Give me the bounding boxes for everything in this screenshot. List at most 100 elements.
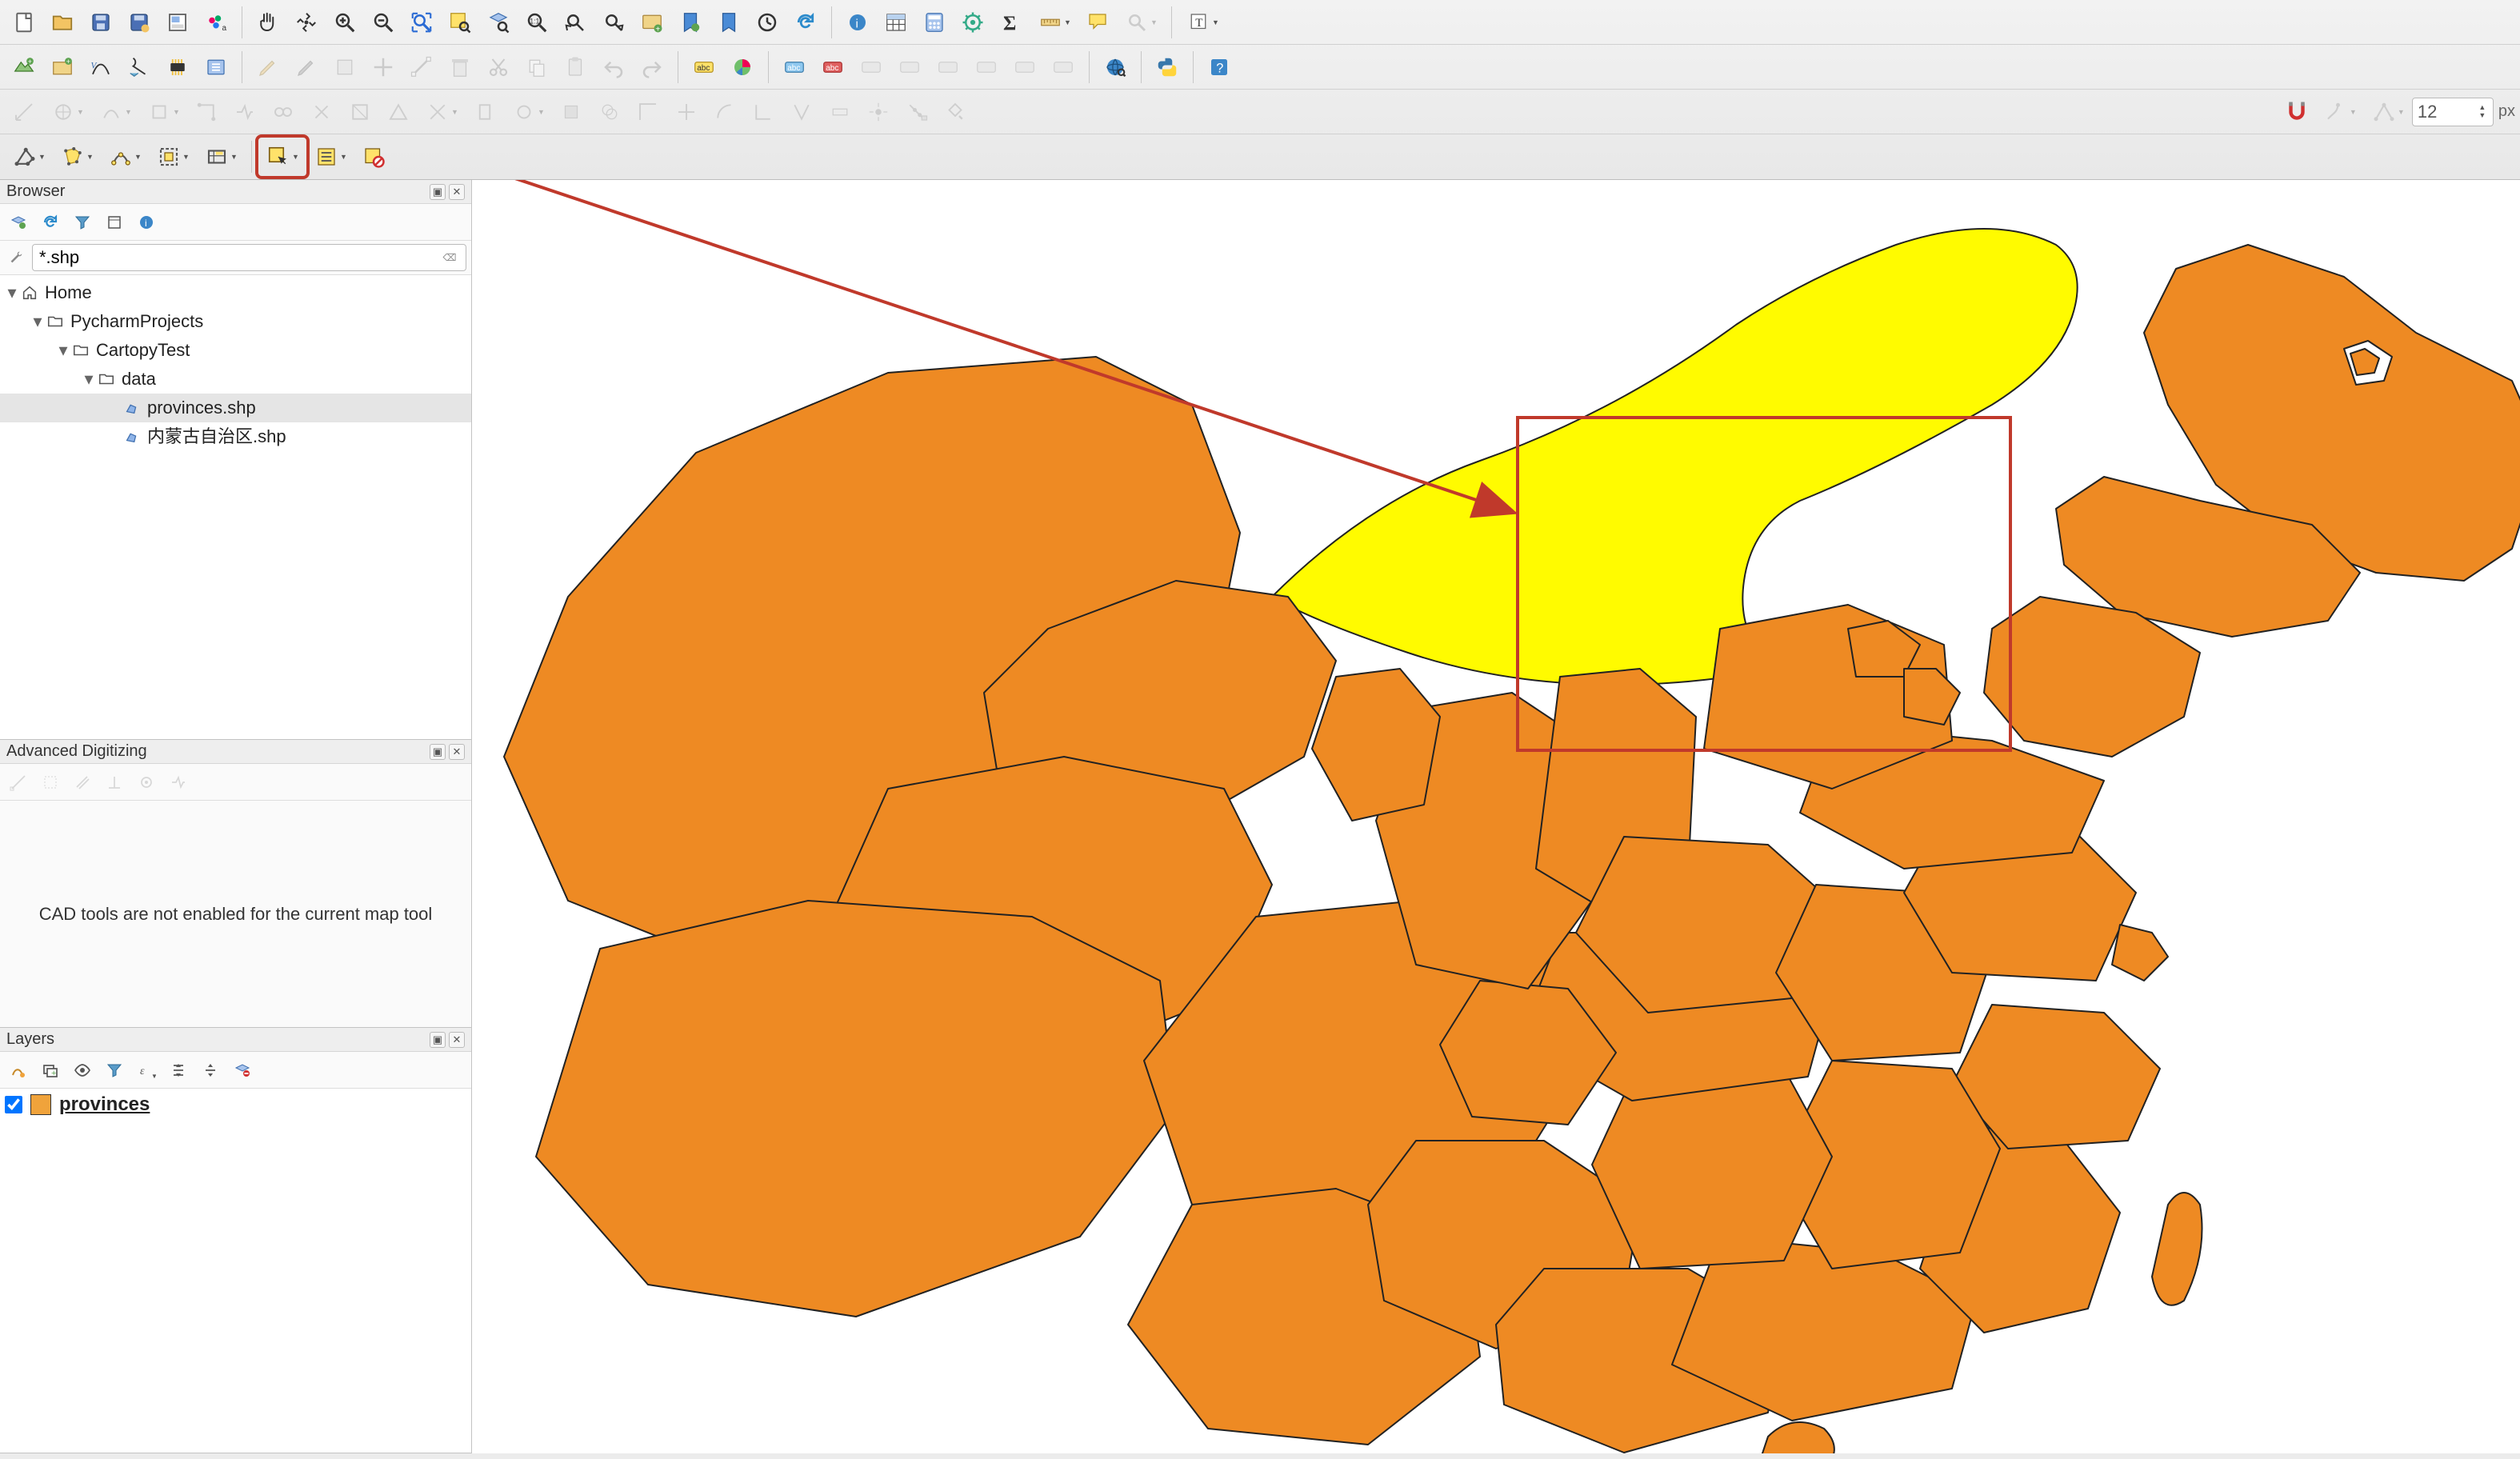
clear-search-icon[interactable]: ⌫	[440, 248, 459, 267]
cad-tool-15-icon	[592, 94, 627, 130]
zoom-out-icon[interactable]	[366, 5, 401, 40]
layout-manager-icon[interactable]	[160, 5, 195, 40]
layers-panel-title: Layers ▣ ✕	[0, 1028, 471, 1052]
zoom-selection-icon[interactable]	[442, 5, 478, 40]
select-form-dropdown-icon[interactable]: ▼	[198, 139, 243, 174]
browser-search-input[interactable]: ⌫	[32, 244, 466, 271]
layer-visibility-checkbox[interactable]	[5, 1096, 22, 1113]
label-abc-blue-icon[interactable]: abc	[777, 50, 812, 85]
select-features-rectangle-icon[interactable]: ▼	[260, 139, 305, 174]
snap-tolerance-value[interactable]	[2418, 102, 2474, 122]
save-project-icon[interactable]	[83, 5, 118, 40]
temporal-icon[interactable]	[750, 5, 785, 40]
spin-up-icon[interactable]: ▲	[2477, 104, 2488, 112]
tree-item[interactable]: ▾Home	[0, 278, 471, 307]
python-console-icon[interactable]	[1150, 50, 1185, 85]
show-bookmarks-icon[interactable]	[711, 5, 746, 40]
new-memory-layer-icon[interactable]	[160, 50, 195, 85]
map-tips-icon[interactable]	[1080, 5, 1115, 40]
attribute-table-icon[interactable]	[878, 5, 914, 40]
svg-text:+: +	[28, 58, 32, 66]
svg-text:abc: abc	[787, 63, 800, 72]
pan-icon[interactable]	[250, 5, 286, 40]
svg-text:T: T	[1195, 17, 1202, 30]
expression-filter-dropdown-icon[interactable]: ε▼	[133, 1057, 160, 1084]
diagram-icon[interactable]	[725, 50, 760, 85]
new-map-view-icon[interactable]: +	[634, 5, 670, 40]
zoom-full-icon[interactable]	[404, 5, 439, 40]
statistics-sigma-icon[interactable]: Σ	[994, 5, 1029, 40]
layer-item[interactable]: provinces	[5, 1093, 466, 1116]
select-features-dropdown-icon[interactable]: ▼	[54, 139, 99, 174]
tree-expand-icon[interactable]: ▾	[82, 365, 96, 394]
refresh-icon[interactable]	[788, 5, 823, 40]
new-geopackage-icon[interactable]	[122, 50, 157, 85]
annotation-text-dropdown-icon[interactable]: T▼	[1180, 5, 1225, 40]
browser-search-value[interactable]	[39, 247, 440, 268]
layer-list[interactable]: provinces	[0, 1089, 471, 1453]
zoom-next-icon[interactable]	[596, 5, 631, 40]
adv-dig-close-icon[interactable]: ✕	[449, 744, 465, 760]
map-canvas[interactable]	[472, 180, 2520, 1453]
add-vector-layer-icon[interactable]: +	[6, 50, 42, 85]
snap-tolerance-input[interactable]: ▲ ▼	[2412, 98, 2494, 126]
browser-tree[interactable]: ▾Home▾PycharmProjects▾CartopyTest▾datapr…	[0, 275, 471, 739]
remove-layer-icon[interactable]	[229, 1057, 256, 1084]
layers-close-icon[interactable]: ✕	[449, 1032, 465, 1048]
virtual-layer-icon[interactable]	[198, 50, 234, 85]
zoom-last-icon[interactable]	[558, 5, 593, 40]
measure-dropdown-icon[interactable]: ▼	[1032, 5, 1077, 40]
save-as-icon[interactable]	[122, 5, 157, 40]
deselect-all-icon[interactable]	[356, 139, 391, 174]
collapse-all-icon[interactable]	[197, 1057, 224, 1084]
add-group-icon[interactable]: +	[37, 1057, 64, 1084]
snapping-magnet-icon[interactable]	[2279, 94, 2314, 130]
tree-item[interactable]: 内蒙古自治区.shp	[0, 422, 471, 451]
new-shapefile-icon[interactable]: V	[83, 50, 118, 85]
open-project-icon[interactable]	[45, 5, 80, 40]
tree-item-label: data	[122, 365, 156, 394]
browser-collapse-all-icon[interactable]	[101, 209, 128, 236]
tree-item[interactable]: ▾ data	[0, 365, 471, 394]
filter-legend-icon[interactable]	[101, 1057, 128, 1084]
browser-filter-icon[interactable]	[69, 209, 96, 236]
cad-tool-22-icon	[861, 94, 896, 130]
zoom-in-icon[interactable]	[327, 5, 362, 40]
field-calculator-icon[interactable]	[917, 5, 952, 40]
new-project-icon[interactable]	[6, 5, 42, 40]
search-settings-icon[interactable]	[5, 246, 27, 269]
pan-selection-icon[interactable]	[289, 5, 324, 40]
browser-refresh-icon[interactable]	[37, 209, 64, 236]
tree-item[interactable]: ▾PycharmProjects	[0, 307, 471, 336]
add-layer-icon[interactable]	[5, 209, 32, 236]
label-abc-red-icon[interactable]: abc	[815, 50, 850, 85]
adv-dig-undock-icon[interactable]: ▣	[430, 744, 446, 760]
add-raster-layer-icon[interactable]: +	[45, 50, 80, 85]
tree-expand-icon[interactable]: ▾	[56, 336, 70, 365]
browser-properties-icon[interactable]: i	[133, 209, 160, 236]
layers-undock-icon[interactable]: ▣	[430, 1032, 446, 1048]
browser-close-icon[interactable]: ✕	[449, 184, 465, 200]
layer-style-icon[interactable]	[5, 1057, 32, 1084]
zoom-layer-icon[interactable]	[481, 5, 516, 40]
tree-item[interactable]: provinces.shp	[0, 394, 471, 422]
select-value-dropdown-icon[interactable]: ▼	[102, 139, 147, 174]
label-abc-yellow-icon[interactable]: abc	[686, 50, 722, 85]
selection-geom-dropdown-icon[interactable]: ▼	[6, 139, 51, 174]
identify-icon[interactable]: i	[840, 5, 875, 40]
spin-down-icon[interactable]: ▼	[2477, 112, 2488, 120]
tree-item[interactable]: ▾CartopyTest	[0, 336, 471, 365]
manage-visibility-icon[interactable]	[69, 1057, 96, 1084]
tree-expand-icon[interactable]: ▾	[30, 307, 45, 336]
help-icon[interactable]: ?	[1202, 50, 1237, 85]
style-manager-icon[interactable]: a	[198, 5, 234, 40]
new-bookmark-icon[interactable]	[673, 5, 708, 40]
metasearch-globe-icon[interactable]	[1098, 50, 1133, 85]
processing-toolbox-icon[interactable]	[955, 5, 990, 40]
select-location-dropdown-icon[interactable]: ▼	[150, 139, 195, 174]
tree-expand-icon[interactable]: ▾	[5, 278, 19, 307]
zoom-native-icon[interactable]: 1:1	[519, 5, 554, 40]
browser-undock-icon[interactable]: ▣	[430, 184, 446, 200]
expand-all-icon[interactable]	[165, 1057, 192, 1084]
invert-selection-dropdown-icon[interactable]: ▼	[308, 139, 353, 174]
